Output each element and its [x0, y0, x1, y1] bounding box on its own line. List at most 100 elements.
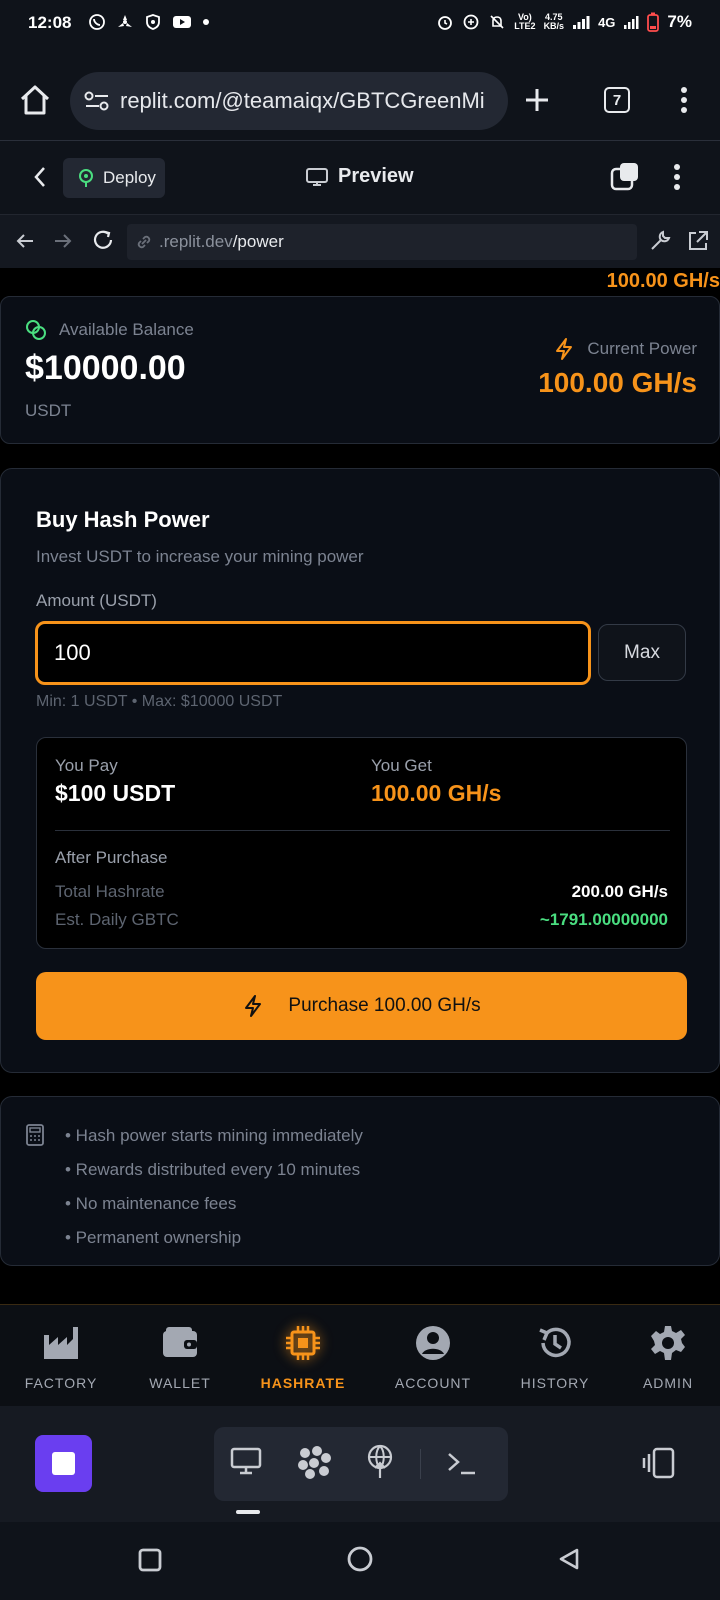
signal-icon-2: [624, 16, 639, 29]
signal-icon: [573, 16, 590, 29]
amount-input-value: 100: [54, 640, 91, 665]
coins-icon: [26, 320, 46, 340]
purchase-button-label: Purchase 100.00 GH/s: [288, 995, 481, 1016]
purchase-button[interactable]: Purchase 100.00 GH/s: [36, 972, 687, 1040]
battery-level: 7%: [667, 12, 692, 31]
fan-icon: [118, 15, 132, 27]
factory-icon: [44, 1327, 78, 1359]
summary-divider: [55, 830, 670, 831]
you-get-value: 100.00 GH/s: [371, 780, 502, 806]
lightning-icon: [245, 995, 262, 1017]
preview-url-bar: .replit.dev/power: [0, 214, 720, 268]
data-saver-icon: [463, 14, 479, 30]
new-window-icon[interactable]: [610, 161, 640, 191]
gear-icon: [651, 1326, 685, 1360]
bell-off-icon: [490, 15, 504, 29]
wrench-icon[interactable]: [648, 229, 672, 253]
deploy-rocket-icon[interactable]: [364, 1443, 396, 1479]
panel-toggle-icon[interactable]: [640, 1446, 676, 1480]
calculator-icon: [26, 1124, 44, 1146]
preview-url-input[interactable]: .replit.dev/power: [127, 224, 637, 260]
after-purchase-label: After Purchase: [55, 848, 168, 867]
address-bar[interactable]: replit.com/@teamaiqx/GBTCGreenMi: [70, 72, 508, 130]
agent-icon[interactable]: [296, 1444, 332, 1480]
lightning-icon: [556, 338, 573, 360]
android-navigation-bar: [0, 1522, 720, 1600]
you-pay-label: You Pay: [55, 756, 118, 775]
amount-input[interactable]: 100: [35, 621, 591, 685]
forward-arrow-icon[interactable]: [52, 230, 74, 252]
preview-label: Preview: [338, 165, 414, 187]
balance-header: Available Balance: [25, 319, 194, 341]
nav-account[interactable]: ACCOUNT: [378, 1315, 488, 1391]
notification-icons: [88, 13, 210, 31]
home-icon[interactable]: [18, 84, 52, 116]
toolbar-divider: [420, 1449, 421, 1479]
browser-toolbar: replit.com/@teamaiqx/GBTCGreenMi 7: [0, 46, 720, 140]
open-external-icon[interactable]: [686, 229, 710, 253]
preview-monitor-icon[interactable]: [230, 1446, 262, 1476]
nav-history[interactable]: HISTORY: [500, 1315, 610, 1391]
balance-currency: USDT: [25, 401, 72, 420]
current-power-header: Current Power: [553, 337, 697, 361]
home-circle-icon[interactable]: [347, 1546, 373, 1572]
tool-switcher: [214, 1427, 508, 1514]
back-arrow-icon[interactable]: [14, 230, 36, 252]
tab-switcher-button[interactable]: 7: [604, 87, 630, 113]
nav-label: ADMIN: [642, 1375, 694, 1391]
system-icons: Vo) LTE2 4.75 KB/s 4G 7%: [436, 12, 692, 32]
amount-label: Amount (USDT): [36, 591, 157, 610]
shell-icon[interactable]: [446, 1449, 478, 1479]
site-settings-icon[interactable]: [84, 90, 110, 112]
info-item: • Rewards distributed every 10 minutes: [65, 1160, 361, 1179]
url-text: replit.com/@teamaiqx/GBTCGreenMi: [120, 88, 485, 113]
current-power-value: 100.00 GH/s: [538, 367, 697, 398]
battery-icon: [647, 12, 660, 32]
buy-hash-power-card: Buy Hash Power Invest USDT to increase y…: [0, 468, 720, 1073]
header-power-readout: 100.00 GH/s: [606, 270, 720, 292]
info-item: • Permanent ownership: [65, 1228, 242, 1247]
nav-wallet[interactable]: WALLET: [125, 1315, 235, 1391]
monitor-icon: [306, 167, 328, 186]
nav-admin[interactable]: ADMIN: [613, 1315, 720, 1391]
total-hashrate-label: Total Hashrate: [55, 882, 165, 901]
url-host: .replit.dev: [159, 232, 233, 251]
volte-label: Vo) LTE2: [514, 12, 536, 31]
nav-hashrate[interactable]: HASHRATE: [248, 1315, 358, 1391]
status-bar: 12:08 Vo) LTE2 4.75 KB/s 4G 7%: [0, 0, 720, 46]
replit-toolbar: [0, 1406, 720, 1522]
wallet-icon: [163, 1327, 197, 1357]
daily-gbtc-value: ~1791.00000000: [539, 910, 668, 929]
buy-title: Buy Hash Power: [36, 507, 210, 532]
buy-subtitle: Invest USDT to increase your mining powe…: [36, 547, 364, 566]
stop-button[interactable]: [35, 1435, 92, 1492]
max-button[interactable]: Max: [598, 624, 686, 681]
browser-menu-icon[interactable]: [680, 86, 688, 114]
nav-label: WALLET: [149, 1375, 211, 1391]
chip-icon: [286, 1326, 320, 1360]
back-chevron-icon[interactable]: [32, 165, 48, 189]
info-card: • Hash power starts mining immediately •…: [0, 1096, 720, 1266]
reload-icon[interactable]: [91, 228, 115, 252]
balance-label: Available Balance: [59, 320, 194, 339]
new-tab-icon[interactable]: [523, 86, 551, 114]
whatsapp-icon: [89, 14, 105, 30]
purchase-summary: You Pay $100 USDT You Get 100.00 GH/s Af…: [36, 737, 687, 949]
pane-menu-icon[interactable]: [673, 163, 681, 191]
info-item: • No maintenance fees: [65, 1194, 237, 1213]
link-icon: [137, 235, 151, 249]
app-content: 100.00 GH/s Available Balance $10000.00 …: [0, 268, 720, 1304]
you-pay-value: $100 USDT: [55, 780, 176, 806]
back-triangle-icon[interactable]: [557, 1547, 581, 1571]
info-item: • Hash power starts mining immediately: [65, 1126, 363, 1145]
recents-icon[interactable]: [138, 1548, 162, 1572]
history-icon: [539, 1327, 571, 1358]
nav-factory[interactable]: FACTORY: [6, 1315, 116, 1391]
stop-icon: [52, 1452, 75, 1475]
user-circle-icon: [416, 1326, 450, 1360]
clock: 12:08: [28, 13, 72, 32]
balance-card: Available Balance $10000.00 USDT Current…: [0, 296, 720, 444]
shield-icon: [146, 14, 160, 30]
deploy-button[interactable]: Deploy: [63, 158, 165, 198]
current-power-label: Current Power: [587, 339, 697, 358]
